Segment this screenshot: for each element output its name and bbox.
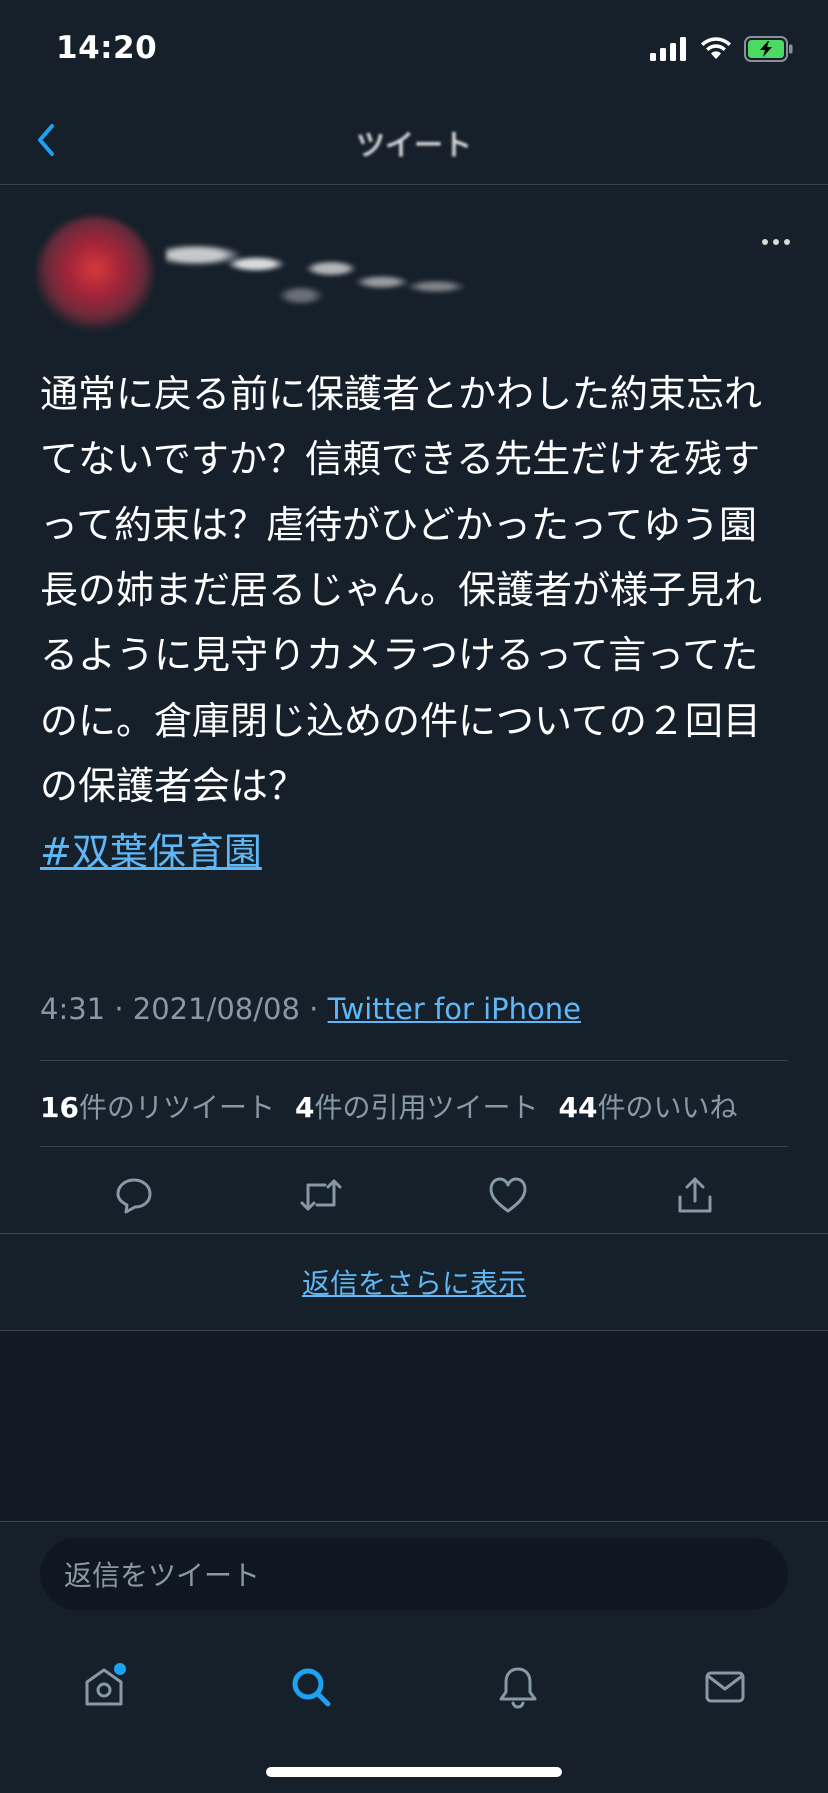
messages-icon <box>705 1671 744 1703</box>
status-icons <box>650 34 794 64</box>
retweet-icon <box>300 1179 341 1211</box>
tab-messages[interactable] <box>697 1659 753 1715</box>
tab-search[interactable] <box>283 1659 339 1715</box>
share-button[interactable] <box>673 1173 717 1217</box>
show-more-replies-link[interactable]: 返信をさらに表示 <box>0 1234 828 1330</box>
signal-icon <box>650 37 686 61</box>
reply-icon <box>116 1178 151 1214</box>
author-name-redacted[interactable] <box>166 228 466 318</box>
like-icon <box>489 1177 526 1213</box>
quotes-count: 4 <box>294 1091 315 1124</box>
quotes-stat[interactable]: 4件の引用ツイート <box>295 1086 539 1126</box>
meta-separator: · <box>299 992 328 1026</box>
empty-area <box>0 1331 828 1521</box>
quotes-label: 件の引用ツイート <box>314 1091 539 1124</box>
tab-bar <box>0 1642 828 1732</box>
notifications-icon <box>499 1667 536 1709</box>
retweets-label: 件のリツイート <box>78 1091 275 1124</box>
share-icon <box>678 1177 711 1213</box>
likes-label: 件のいいね <box>597 1091 738 1124</box>
dot <box>773 239 779 245</box>
avatar[interactable] <box>36 216 154 334</box>
like-button[interactable] <box>486 1173 530 1217</box>
bottom-bar: 返信をツイート <box>0 1521 828 1793</box>
likes-stat[interactable]: 44件のいいね <box>558 1086 737 1126</box>
divider <box>40 1146 788 1147</box>
tab-notifications[interactable] <box>490 1659 546 1715</box>
dot <box>762 239 768 245</box>
retweets-stat[interactable]: 16件のリツイート <box>40 1086 275 1126</box>
tweet-actions <box>40 1160 788 1230</box>
meta-separator: · <box>105 992 133 1026</box>
reply-input[interactable]: 返信をツイート <box>40 1538 788 1610</box>
retweet-button[interactable] <box>299 1173 343 1217</box>
battery-charging-icon <box>744 36 793 62</box>
search-icon <box>292 1668 330 1707</box>
wifi-icon <box>701 37 731 59</box>
tweet-date: 2021/08/08 <box>132 992 300 1026</box>
nav-bar: ツイート <box>0 100 828 185</box>
status-bar: 14:20 <box>0 0 828 100</box>
tab-home[interactable] <box>76 1659 132 1715</box>
tweet-time: 4:31 <box>40 992 106 1026</box>
more-options-button[interactable] <box>756 230 796 254</box>
home-notification-dot <box>113 1663 126 1675</box>
reply-button[interactable] <box>112 1173 156 1217</box>
status-time: 14:20 <box>56 30 158 66</box>
tweet-meta: 4:31 · 2021/08/08 · Twitter for iPhone <box>40 992 581 1026</box>
tweet-source-link[interactable]: Twitter for iPhone <box>328 992 581 1026</box>
tweet-text: 通常に戻る前に保護者とかわした約束忘れてないですか？信頼できる先生だけを残すって… <box>40 372 763 809</box>
reply-placeholder: 返信をツイート <box>64 1559 261 1592</box>
divider <box>40 1060 788 1061</box>
home-indicator <box>266 1767 562 1777</box>
hashtag-link[interactable]: #双葉保育園 <box>40 830 262 874</box>
dot <box>784 239 790 245</box>
retweets-count: 16 <box>40 1091 79 1124</box>
tweet-body: 通常に戻る前に保護者とかわした約束忘れてないですか？信頼できる先生だけを残すって… <box>40 362 790 885</box>
likes-count: 44 <box>558 1091 598 1124</box>
tweet-stats: 16件のリツイート 4件の引用ツイート 44件のいいね <box>40 1086 737 1126</box>
author-row <box>36 200 796 340</box>
nav-title: ツイート <box>355 128 472 162</box>
